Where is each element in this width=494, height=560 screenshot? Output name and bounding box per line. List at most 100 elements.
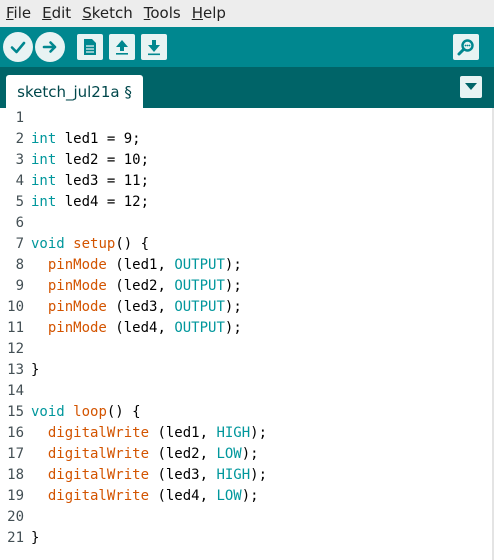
line-number: 9 (15, 278, 24, 294)
code-line: 10 pinMode (led3, OUTPUT); (0, 297, 494, 318)
code-line: 12 (0, 339, 494, 360)
code-token: (led1, (106, 257, 175, 273)
code-text: pinMode (led4, OUTPUT); (31, 318, 242, 339)
code-token: pinMode (47, 278, 107, 294)
code-line: 2 int led1 = 9; (0, 129, 494, 150)
code-token: () { (106, 404, 141, 420)
line-number: 18 (7, 467, 24, 483)
code-token: OUTPUT (174, 320, 225, 336)
code-text: int led3 = 11; (31, 171, 149, 192)
code-text: digitalWrite (led4, LOW); (31, 486, 259, 507)
menu-sketch-label: ketch (91, 4, 133, 22)
save-button[interactable] (141, 34, 167, 60)
code-token: HIGH (216, 425, 251, 441)
code-token: ); (250, 425, 268, 441)
code-text: } (31, 528, 39, 549)
menu-help[interactable]: Help (187, 0, 231, 27)
code-text: } (31, 360, 39, 381)
code-token: } (31, 362, 40, 378)
code-token: (led4, (106, 320, 175, 336)
line-number: 16 (7, 425, 24, 441)
code-token: (led2, (149, 446, 217, 462)
code-text: int led4 = 12; (31, 192, 149, 213)
code-token: pinMode (47, 257, 107, 273)
code-token: led2 = 10; (56, 152, 150, 168)
code-token: ); (241, 488, 259, 504)
code-text: void loop() { (31, 402, 141, 423)
menu-sketch[interactable]: Sketch (77, 0, 138, 27)
code-line: 6 (0, 213, 494, 234)
code-text: int led2 = 10; (31, 150, 149, 171)
code-text: pinMode (led2, OUTPUT); (31, 276, 242, 297)
serial-monitor-button[interactable] (453, 34, 479, 60)
line-number: 11 (7, 320, 24, 336)
serial-monitor-icon (457, 39, 474, 56)
code-text: digitalWrite (led3, HIGH); (31, 465, 267, 486)
line-number: 4 (15, 173, 24, 189)
code-editor[interactable]: 1 2 int led1 = 9; 3 int led2 = 10; 4 int led3 … (0, 108, 494, 560)
toolbar (0, 27, 494, 67)
menu-file[interactable]: File (1, 0, 36, 27)
code-line: 13} (0, 360, 494, 381)
upload-button[interactable] (35, 32, 65, 62)
code-token: digitalWrite (47, 488, 150, 504)
code-line: 21} (0, 528, 494, 549)
code-line: 17 digitalWrite (led2, LOW); (0, 444, 494, 465)
line-number: 7 (15, 236, 24, 252)
tab-sketch[interactable]: sketch_jul21a § (6, 75, 143, 108)
line-number: 13 (7, 362, 24, 378)
tab-menu-button[interactable] (460, 76, 482, 98)
code-line: 8 pinMode (led1, OUTPUT); (0, 255, 494, 276)
open-button[interactable] (109, 34, 135, 60)
menu-edit[interactable]: Edit (37, 0, 76, 27)
code-token: ); (250, 467, 268, 483)
code-text: pinMode (led1, OUTPUT); (31, 255, 242, 276)
save-icon (148, 40, 160, 56)
code-line: 5 int led4 = 12; (0, 192, 494, 213)
menu-sketch-mnemonic: S (82, 4, 92, 22)
code-token: LOW (216, 446, 242, 462)
upload-icon (42, 41, 57, 53)
code-line: 20 (0, 507, 494, 528)
verify-icon (10, 41, 26, 54)
code-token: digitalWrite (47, 467, 150, 483)
code-token: loop (73, 404, 107, 420)
menu-tools[interactable]: Tools (139, 0, 186, 27)
code-token: digitalWrite (47, 425, 150, 441)
new-button[interactable] (77, 34, 103, 60)
code-line: 3 int led2 = 10; (0, 150, 494, 171)
code-line: 11 pinMode (led4, OUTPUT); (0, 318, 494, 339)
verify-button[interactable] (3, 32, 33, 62)
code-token: void (31, 236, 65, 252)
code-line: 9 pinMode (led2, OUTPUT); (0, 276, 494, 297)
menu-edit-label: dit (51, 4, 72, 22)
code-token: led4 = 12; (56, 194, 150, 210)
code-token: (led3, (106, 299, 175, 315)
code-token: () { (115, 236, 150, 252)
code-token: (led3, (149, 467, 217, 483)
code-line: 1 (0, 108, 494, 129)
code-text: int led1 = 9; (31, 129, 141, 150)
line-number: 10 (7, 299, 24, 315)
code-token: HIGH (216, 467, 251, 483)
menu-file-label: ile (13, 4, 32, 22)
code-token: OUTPUT (174, 278, 225, 294)
code-token: pinMode (47, 299, 107, 315)
code-token: digitalWrite (47, 446, 150, 462)
open-icon (116, 40, 128, 55)
tab-bar: sketch_jul21a § (0, 67, 494, 108)
code-line: 14 (0, 381, 494, 402)
code-line: 15 void loop() { (0, 402, 494, 423)
code-token: void (31, 404, 65, 420)
line-number: 19 (7, 488, 24, 504)
code-text: void setup() { (31, 234, 149, 255)
menu-file-mnemonic: F (6, 4, 14, 22)
new-icon (84, 39, 96, 55)
code-token: OUTPUT (174, 299, 225, 315)
code-line: 19 digitalWrite (led4, LOW); (0, 486, 494, 507)
